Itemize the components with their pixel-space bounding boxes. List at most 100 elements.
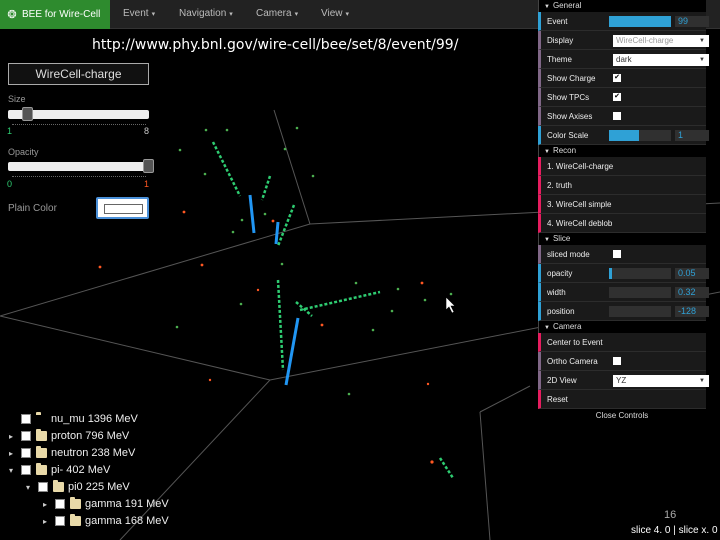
display-control: Display WireCell-charge ▼ <box>538 31 709 50</box>
bee-logo-icon: ❂ <box>7 8 17 21</box>
tree-checkbox[interactable] <box>21 414 31 424</box>
tree-checkbox[interactable] <box>21 431 31 441</box>
opacity-slider-handle[interactable] <box>143 159 154 173</box>
2d-view-select[interactable]: YZ ▼ <box>613 375 709 387</box>
expand-arrow-icon[interactable]: ▸ <box>6 449 16 458</box>
folder-icon <box>36 446 47 458</box>
brand-label: BEE for Wire-Cell <box>22 9 101 20</box>
tree-item-label: pi0 225 MeV <box>68 481 130 493</box>
section-camera[interactable]: ▼ Camera <box>538 321 706 333</box>
collapse-triangle-icon: ▼ <box>544 237 550 243</box>
track-hits <box>98 126 455 479</box>
display-select[interactable]: WireCell-charge ▼ <box>613 35 709 47</box>
section-slice[interactable]: ▼ Slice <box>538 233 706 245</box>
slice-position-slider[interactable] <box>609 306 671 317</box>
collapse-triangle-icon: ▼ <box>544 149 550 155</box>
tree-item[interactable]: ▾ pi- 402 MeV <box>6 462 110 478</box>
opacity-slider[interactable] <box>8 162 149 171</box>
size-slider-handle[interactable] <box>22 107 33 121</box>
close-controls-button[interactable]: Close Controls <box>538 409 706 423</box>
controls-panel: ▼ General Event 99 Display WireCell-charg… <box>538 0 709 423</box>
ortho-camera-control: Ortho Camera <box>538 352 706 371</box>
tree-item[interactable]: nu_mu 1396 MeV <box>6 411 138 427</box>
slice-width-control: width 0.32 <box>538 283 709 302</box>
tree-item-label: proton 796 MeV <box>51 430 130 442</box>
slice-opacity-control: opacity 0.05 <box>538 264 709 283</box>
show-tpcs-checkbox[interactable]: ✔ <box>613 93 621 101</box>
show-charge-checkbox[interactable]: ✔ <box>613 74 621 82</box>
expand-arrow-icon[interactable]: ▸ <box>6 432 16 441</box>
tree-item[interactable]: ▸ proton 796 MeV <box>6 428 129 444</box>
event-control: Event 99 <box>538 12 709 31</box>
folder-icon <box>53 480 64 492</box>
recon-item[interactable]: 4. WireCell deblob <box>538 214 706 233</box>
menu-event[interactable]: Event ▾ <box>123 8 155 19</box>
slice-opacity-slider[interactable] <box>609 268 671 279</box>
slice-info: slice 4. 0 | slice x. 0 <box>631 525 718 536</box>
show-axises-checkbox[interactable] <box>613 112 621 120</box>
recon-item[interactable]: 3. WireCell simple <box>538 195 706 214</box>
size-ticks <box>12 124 146 128</box>
dropdown-arrow-icon: ▼ <box>699 38 705 44</box>
section-recon[interactable]: ▼ Recon <box>538 145 706 157</box>
menu-view[interactable]: View ▾ <box>321 8 349 19</box>
tree-item[interactable]: ▸ gamma 168 MeV <box>40 513 169 529</box>
menu-navigation[interactable]: Navigation ▾ <box>179 8 233 19</box>
theme-select[interactable]: dark ▼ <box>613 54 709 66</box>
folder-icon <box>36 429 47 441</box>
event-slider[interactable] <box>609 16 671 27</box>
reset-camera-button[interactable]: Reset <box>538 390 706 409</box>
caret-down-icon: ▾ <box>229 11 233 18</box>
recon-item[interactable]: 1. WireCell-charge <box>538 157 706 176</box>
tree-item[interactable]: ▸ neutron 238 MeV <box>6 445 135 461</box>
tree-item-label: gamma 168 MeV <box>85 515 169 527</box>
expand-arrow-icon[interactable]: ▸ <box>40 500 50 509</box>
slice-position-input[interactable]: -128 <box>675 306 709 317</box>
menu-camera[interactable]: Camera ▾ <box>256 8 298 19</box>
opacity-max: 1 <box>144 179 150 189</box>
detector-label: WireCell-charge <box>8 63 149 85</box>
color-scale-input[interactable]: 1 <box>675 130 709 141</box>
caret-down-icon: ▾ <box>151 11 156 18</box>
color-scale-slider[interactable] <box>609 130 671 141</box>
caret-down-icon: ▾ <box>294 11 299 18</box>
plain-color-label: Plain Color <box>8 203 57 214</box>
mouse-cursor-icon <box>445 296 456 314</box>
folder-icon <box>36 463 47 475</box>
size-max: 8 <box>144 126 150 136</box>
tree-item[interactable]: ▸ gamma 191 MeV <box>40 496 169 512</box>
event-url: http://www.phy.bnl.gov/wire-cell/bee/set… <box>92 37 459 53</box>
collapse-arrow-icon[interactable]: ▾ <box>6 466 16 475</box>
plain-color-picker[interactable] <box>96 197 149 219</box>
dropdown-arrow-icon: ▼ <box>699 378 705 384</box>
center-to-event-button[interactable]: Center to Event <box>538 333 706 352</box>
page-number: 16 <box>664 509 677 521</box>
tree-item[interactable]: ▾ pi0 225 MeV <box>23 479 130 495</box>
tree-checkbox[interactable] <box>21 448 31 458</box>
ortho-camera-checkbox[interactable] <box>613 357 621 365</box>
tree-checkbox[interactable] <box>55 516 65 526</box>
slice-opacity-input[interactable]: 0.05 <box>675 268 709 279</box>
recon-item[interactable]: 2. truth <box>538 176 706 195</box>
collapse-triangle-icon: ▼ <box>544 4 550 10</box>
section-general[interactable]: ▼ General <box>538 0 706 12</box>
tree-checkbox[interactable] <box>55 499 65 509</box>
event-number-input[interactable]: 99 <box>675 16 709 27</box>
sliced-mode-checkbox[interactable] <box>613 250 621 258</box>
show-axises-control: Show Axises <box>538 107 706 126</box>
slice-width-input[interactable]: 0.32 <box>675 287 709 298</box>
expand-arrow-icon[interactable]: ▸ <box>40 517 50 526</box>
brand-link[interactable]: ❂ BEE for Wire-Cell <box>0 0 110 29</box>
2d-view-control: 2D View YZ ▼ <box>538 371 709 390</box>
slice-position-control: position -128 <box>538 302 709 321</box>
tree-checkbox[interactable] <box>21 465 31 475</box>
opacity-label: Opacity <box>8 147 39 157</box>
tree-checkbox[interactable] <box>38 482 48 492</box>
sliced-mode-control: sliced mode <box>538 245 706 264</box>
collapse-arrow-icon[interactable]: ▾ <box>23 483 33 492</box>
opacity-min: 0 <box>7 179 13 189</box>
folder-icon <box>70 497 81 509</box>
tree-item-label: nu_mu 1396 MeV <box>51 413 138 425</box>
tree-item-label: pi- 402 MeV <box>51 464 111 476</box>
slice-width-slider[interactable] <box>609 287 671 298</box>
